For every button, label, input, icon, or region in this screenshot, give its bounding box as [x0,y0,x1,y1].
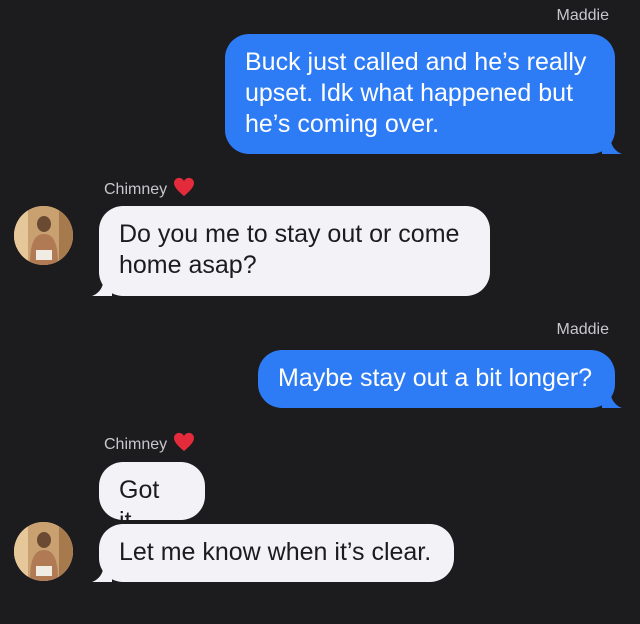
avatar[interactable] [14,206,73,265]
message-bubble-sent[interactable]: Maybe stay out a bit longer? [258,350,622,408]
message-bubble-received[interactable]: Do you me to stay out or come home asap? [92,206,490,296]
bubble-tail [602,134,622,154]
sender-name-maddie: Maddie [556,7,609,24]
message-text: Buck just called and he’s really upset. … [245,48,587,138]
message-text: Maybe stay out a bit longer? [278,364,593,392]
sender-name-chimney: Chimney [104,432,195,455]
sender-label: Chimney [104,181,168,198]
sender-name-chimney: Chimney [104,177,195,200]
bubble-tail [602,388,622,408]
bubble-tail [92,276,112,296]
message-text: Let me know when it’s clear. [119,538,432,566]
heart-icon [174,432,195,452]
message-bubble-received[interactable]: Got it. [99,462,205,535]
sender-name-maddie: Maddie [556,321,609,338]
heart-icon [174,177,195,197]
message-bubble-sent[interactable]: Buck just called and he’s really upset. … [225,34,622,154]
bubble-tail [92,562,112,582]
sender-label: Chimney [104,436,168,453]
message-bubble-received[interactable]: Let me know when it’s clear. [92,524,454,582]
message-text: Do you me to stay out or come home asap? [119,220,460,279]
avatar[interactable] [14,522,73,581]
